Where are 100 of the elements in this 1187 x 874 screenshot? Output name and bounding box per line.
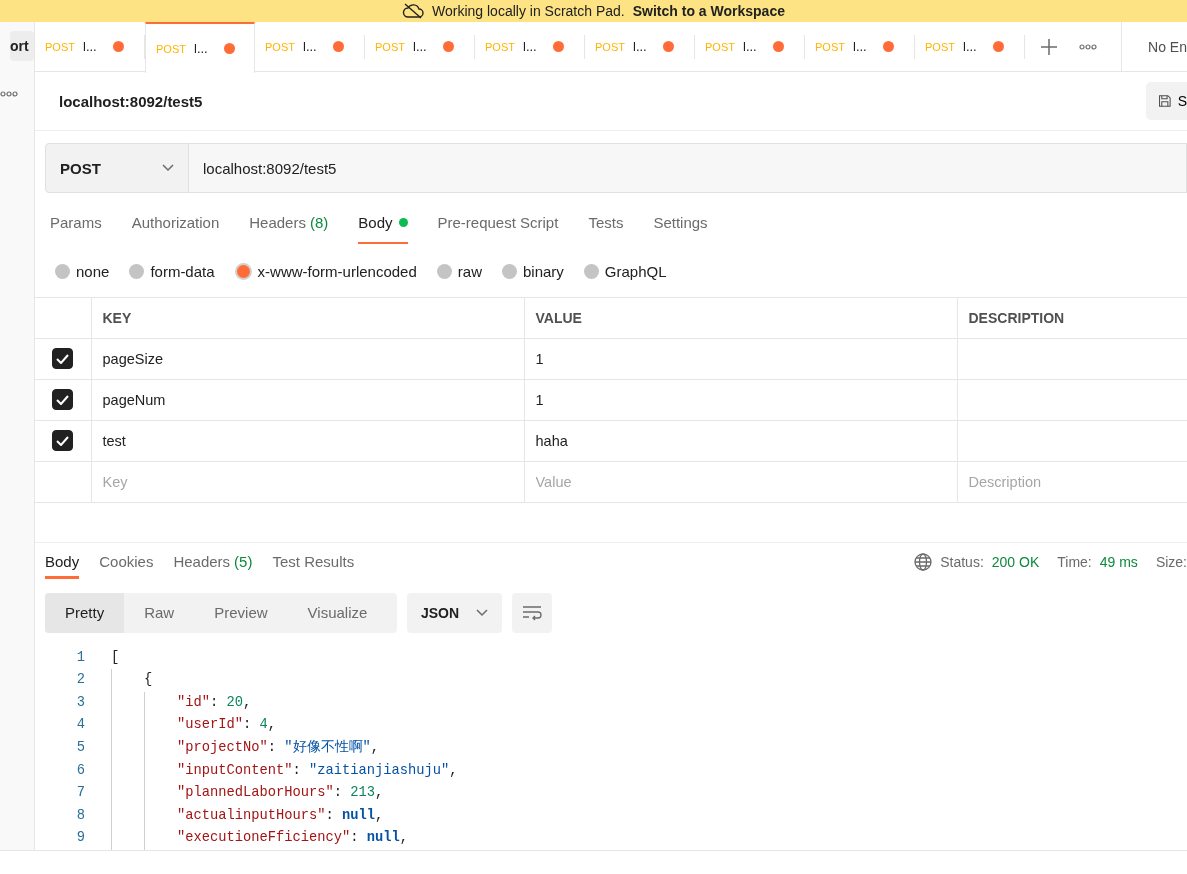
- environment-selector[interactable]: No En: [1148, 38, 1187, 55]
- param-value: 1: [535, 391, 544, 408]
- cloud-off-icon: [402, 3, 424, 19]
- body-type-radio[interactable]: raw: [436, 263, 482, 281]
- request-tab[interactable]: POST l...: [145, 22, 255, 73]
- param-key: pageSize: [102, 350, 163, 367]
- tab-title: l...: [194, 41, 209, 56]
- line-number: 5: [75, 739, 86, 758]
- more-icon[interactable]: [1079, 43, 1097, 50]
- line-number: 7: [75, 784, 86, 803]
- code-punctuation: :: [267, 739, 278, 758]
- column-header: KEY: [102, 309, 132, 326]
- code-number: 20: [226, 693, 244, 712]
- code-punctuation: ,: [449, 761, 458, 780]
- line-number: 2: [75, 671, 86, 690]
- code-punctuation: ,: [267, 716, 277, 735]
- checkbox[interactable]: [52, 348, 74, 370]
- request-title: localhost:8092/test5: [59, 92, 203, 110]
- import-button[interactable]: ort: [10, 31, 34, 61]
- line-number: 4: [75, 716, 86, 735]
- param-value: haha: [535, 432, 568, 449]
- request-section-tab[interactable]: Settings: [653, 205, 708, 244]
- body-type-radio[interactable]: GraphQL: [583, 263, 667, 281]
- more-icon[interactable]: [0, 91, 18, 97]
- request-section-tab[interactable]: Pre-request Script: [437, 205, 559, 244]
- checkbox[interactable]: [52, 430, 74, 452]
- line-number: 9: [75, 829, 86, 848]
- status-label: Status:: [940, 553, 984, 570]
- line-number: 6: [75, 761, 86, 780]
- code-key: "id": [177, 691, 210, 715]
- method-label: POST: [485, 40, 516, 53]
- response-tab[interactable]: Body: [45, 552, 80, 579]
- param-value: 1: [535, 350, 544, 367]
- code-key: "projectNo": [177, 737, 268, 760]
- plus-icon[interactable]: [1041, 38, 1057, 55]
- code-punctuation: ,: [243, 693, 252, 712]
- response-tab[interactable]: Cookies: [99, 552, 154, 579]
- body-type-radio[interactable]: none: [55, 263, 110, 281]
- request-section-tab[interactable]: Authorization: [131, 205, 220, 244]
- tab-title: l...: [743, 39, 758, 54]
- code-punctuation: :: [333, 784, 344, 803]
- globe-icon[interactable]: [914, 552, 933, 571]
- code-null: null: [342, 806, 376, 825]
- code-key: "actualinputHours": [177, 804, 326, 828]
- view-tab[interactable]: Visualize: [287, 592, 388, 633]
- method-label: POST: [45, 40, 76, 53]
- line-number: 8: [75, 806, 86, 825]
- method-label: POST: [815, 40, 846, 53]
- method-label: POST: [595, 40, 626, 53]
- checkbox[interactable]: [52, 389, 74, 411]
- method-label: POST: [925, 40, 956, 53]
- code-punctuation: ,: [399, 829, 409, 848]
- code-punctuation: {: [144, 671, 153, 690]
- code-key: "plannedLaborHours": [177, 782, 334, 805]
- url-field[interactable]: localhost:8092/test5: [189, 143, 1187, 193]
- code-punctuation: ,: [370, 739, 380, 758]
- code-punctuation: :: [243, 716, 253, 735]
- code-string: "好像不性啊": [284, 738, 371, 758]
- response-tab[interactable]: Test Results: [272, 552, 355, 579]
- request-section-tab[interactable]: Headers (8): [249, 205, 329, 244]
- wrap-lines-button[interactable]: [512, 592, 552, 633]
- chevron-down-icon: [162, 164, 174, 173]
- format-dropdown[interactable]: JSON: [407, 592, 502, 633]
- code-number: 4: [259, 716, 268, 735]
- code-punctuation: ,: [375, 806, 384, 825]
- tab-title: l...: [633, 39, 648, 54]
- tab-title: l...: [83, 39, 98, 54]
- request-section-tab[interactable]: Body: [358, 205, 408, 244]
- code-punctuation: :: [325, 806, 335, 825]
- line-number: 1: [75, 648, 86, 667]
- chevron-down-icon: [476, 608, 488, 617]
- code-key: "inputContent": [177, 759, 293, 783]
- status-value: 200 OK: [991, 553, 1040, 570]
- code-punctuation: ,: [375, 784, 384, 803]
- code-key: "executioneFficiency": [177, 827, 351, 850]
- code-punctuation: [: [111, 648, 120, 667]
- method-label: POST: [156, 42, 187, 55]
- check-icon: [56, 353, 70, 364]
- body-type-radio[interactable]: form-data: [129, 263, 215, 281]
- time-value: 49 ms: [1099, 553, 1138, 570]
- column-header: VALUE: [535, 309, 582, 326]
- code-null: null: [366, 829, 400, 848]
- param-key: test: [102, 432, 126, 449]
- view-tab[interactable]: Raw: [124, 592, 195, 633]
- view-tab[interactable]: Pretty: [45, 592, 125, 633]
- banner-text: Working locally in Scratch Pad.: [432, 3, 625, 19]
- workspace-link[interactable]: Switch to a Workspace: [632, 3, 785, 19]
- body-type-radio[interactable]: binary: [501, 263, 564, 281]
- code-string: "zaitianjiashuju": [309, 761, 450, 780]
- size-label: Size:: [1155, 553, 1187, 570]
- tab-title: l...: [963, 39, 978, 54]
- response-tab[interactable]: Headers (5): [173, 552, 253, 579]
- request-section-tab[interactable]: Tests: [588, 205, 624, 244]
- body-type-radio[interactable]: x-www-form-urlencoded: [234, 263, 417, 281]
- tab-title: l...: [853, 39, 868, 54]
- view-tab[interactable]: Preview: [194, 592, 288, 633]
- request-section-tab[interactable]: Params: [50, 205, 102, 244]
- save-button[interactable]: S: [1146, 82, 1187, 121]
- check-icon: [56, 394, 70, 405]
- method-dropdown[interactable]: POST: [45, 143, 189, 193]
